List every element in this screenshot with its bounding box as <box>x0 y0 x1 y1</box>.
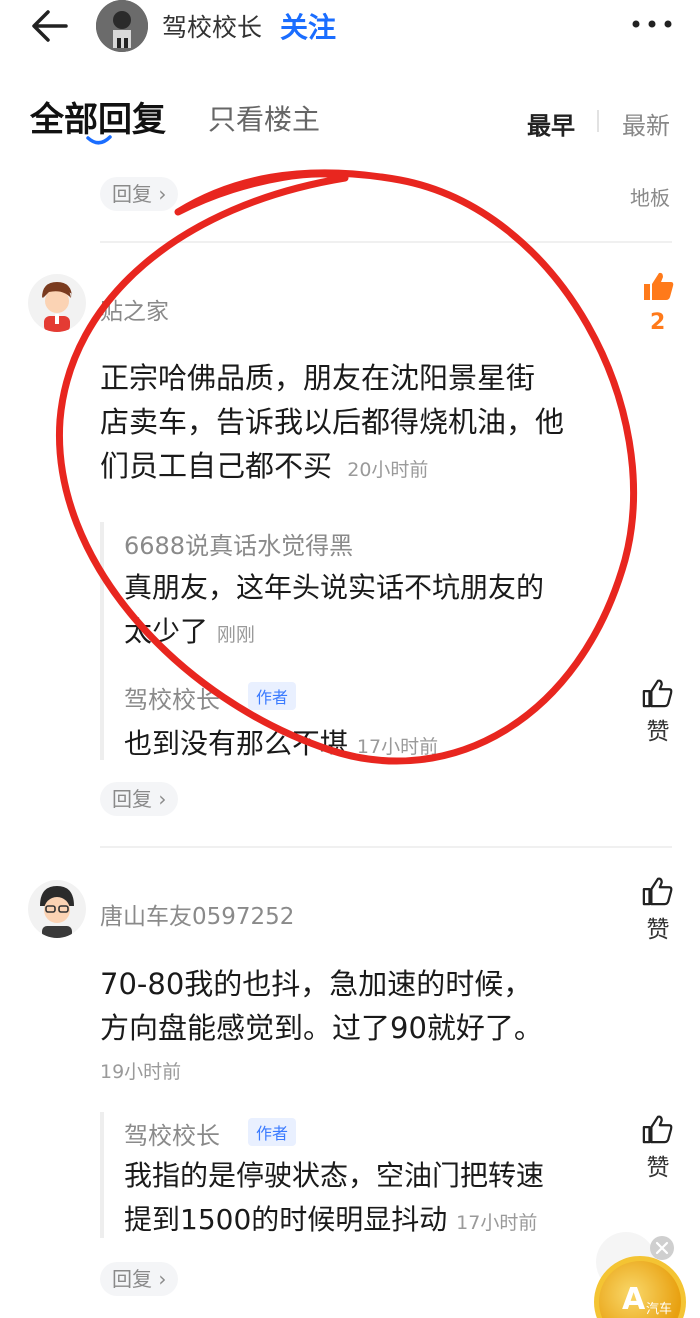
like-label: 赞 <box>646 719 670 745</box>
comment-line: 们员工自己都不买 20小时前 <box>100 444 640 492</box>
sub-reply-text: 真朋友，这年头说实话不坑朋友的 太少了 刚刚 <box>124 566 624 657</box>
close-widget-button[interactable] <box>650 1236 674 1260</box>
avatar-image <box>28 880 86 938</box>
sub-reply-text: 也到没有那么不堪 17小时前 <box>124 722 624 769</box>
author-name[interactable]: 驾校校长 <box>162 8 262 44</box>
floor-label: 地板 <box>630 186 670 210</box>
sub-reply-line: 太少了 刚刚 <box>124 610 624 657</box>
sub-reply-line: 真朋友，这年头说实话不坑朋友的 <box>124 571 545 604</box>
sort-divider <box>597 110 599 132</box>
sub-reply-username[interactable]: 6688说真话水觉得黑 <box>124 526 353 561</box>
sub-reply-line-text: 太少了 <box>124 615 209 648</box>
comment-line: 店卖车，告诉我以后都得烧机油，他 <box>100 405 565 439</box>
back-button[interactable] <box>28 4 72 48</box>
tab-op-only[interactable]: 只看楼主 <box>208 98 320 138</box>
tab-active-indicator <box>86 135 112 145</box>
sort-earliest[interactable]: 最早 <box>527 106 575 141</box>
author-badge: 作者 <box>248 1118 297 1146</box>
arrow-left-icon <box>32 10 68 42</box>
reply-label: 回复 <box>112 1267 152 1291</box>
sub-reply-bar <box>100 1112 104 1238</box>
commenter-name[interactable]: 贴之家 <box>100 292 169 326</box>
comment-time: 19小时前 <box>100 1061 182 1083</box>
sort-newest[interactable]: 最新 <box>622 106 670 141</box>
author-badge: 作者 <box>248 682 297 710</box>
more-button[interactable] <box>628 12 676 36</box>
like-label: 赞 <box>646 1155 670 1181</box>
commenter-name[interactable]: 唐山车友0597252 <box>100 897 294 931</box>
follow-button[interactable]: 关注 <box>280 6 336 46</box>
comment-line: 70-80我的也抖，急加速的时候， <box>100 967 533 1001</box>
comment-text: 70-80我的也抖，急加速的时候， 方向盘能感觉到。过了90就好了。 <box>100 962 640 1050</box>
close-icon <box>655 1241 669 1255</box>
avatar-image <box>96 0 148 52</box>
sub-reply-username[interactable]: 驾校校长 <box>124 1116 220 1151</box>
reply-button[interactable]: 回复 › <box>100 1262 179 1296</box>
avatar-image <box>28 274 86 332</box>
sub-reply-bar <box>100 522 104 760</box>
sub-reply-line: 我指的是停驶状态，空油门把转速 <box>124 1159 545 1192</box>
coin-letter: A <box>622 1282 646 1317</box>
sub-reply-line-text: 也到没有那么不堪 <box>124 727 349 760</box>
comment-time: 20小时前 <box>347 459 429 481</box>
sub-reply-time: 17小时前 <box>456 1212 538 1234</box>
thumbs-up-icon <box>642 679 673 708</box>
divider <box>100 241 672 243</box>
comment-line: 方向盘能感觉到。过了90就好了。 <box>100 1011 543 1045</box>
divider <box>100 846 672 848</box>
watermark: 汽车 <box>646 1302 673 1317</box>
sub-reply-time: 17小时前 <box>356 736 439 758</box>
comment-line: 正宗哈佛品质，朋友在沈阳景星街 <box>100 361 536 395</box>
sub-reply-time: 刚刚 <box>216 624 255 646</box>
sub-reply-text: 我指的是停驶状态，空油门把转速 提到1500的时候明显抖动 17小时前 <box>124 1154 624 1245</box>
like-button[interactable] <box>640 270 676 302</box>
like-button[interactable]: 赞 <box>640 1114 676 1181</box>
sub-reply-line: 提到1500的时候明显抖动 17小时前 <box>124 1198 624 1245</box>
like-label: 赞 <box>646 917 670 943</box>
commenter-avatar[interactable] <box>28 880 86 938</box>
comment-line-text: 们员工自己都不买 <box>100 449 333 483</box>
like-button[interactable]: 赞 <box>640 876 676 943</box>
reply-button[interactable]: 回复 › <box>100 782 179 816</box>
sub-reply-line-text: 提到1500的时候明显抖动 <box>124 1203 448 1236</box>
like-button[interactable]: 赞 <box>640 678 676 745</box>
author-avatar[interactable] <box>96 0 148 52</box>
comment-text: 正宗哈佛品质，朋友在沈阳景星街 店卖车，告诉我以后都得烧机油，他 们员工自己都不… <box>100 356 640 492</box>
reply-button[interactable]: 回复 › <box>100 177 179 211</box>
like-count: 2 <box>650 310 666 335</box>
sub-reply-username[interactable]: 驾校校长 <box>124 680 220 715</box>
reply-label: 回复 <box>112 787 152 811</box>
more-dots-icon <box>632 20 672 28</box>
thumbs-up-icon <box>642 877 673 906</box>
commenter-avatar[interactable] <box>28 274 86 332</box>
reply-label: 回复 <box>112 182 152 206</box>
thumbs-up-icon <box>642 1115 673 1144</box>
thumbs-up-filled-icon <box>644 272 674 300</box>
